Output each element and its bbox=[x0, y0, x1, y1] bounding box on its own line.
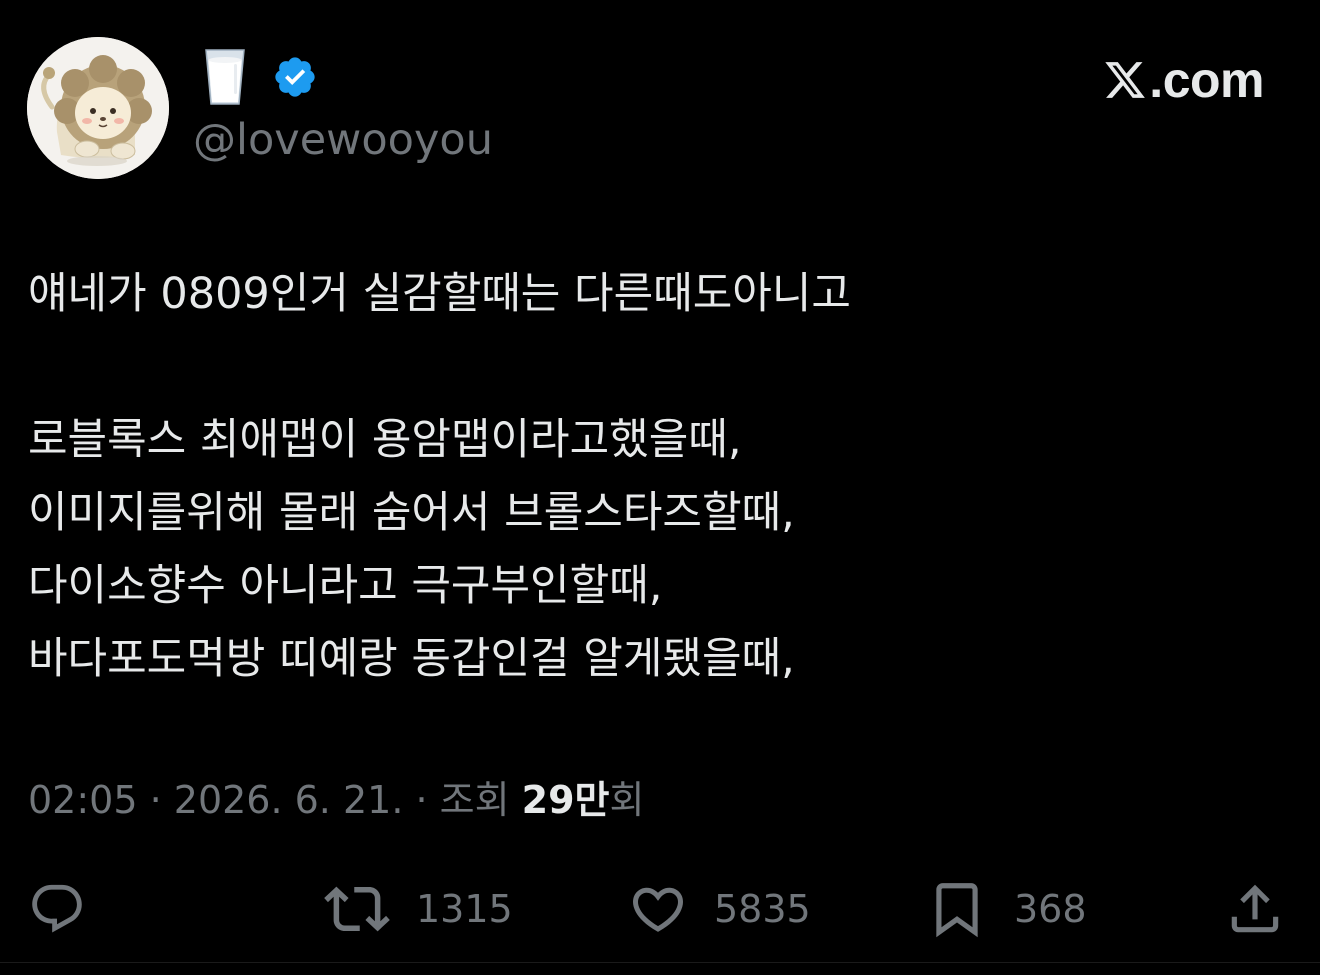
share-icon bbox=[1231, 884, 1279, 933]
user-handle[interactable]: @lovewooyou bbox=[193, 112, 493, 168]
bookmark-button[interactable]: 368 bbox=[926, 876, 1087, 942]
share-button[interactable] bbox=[1224, 876, 1286, 942]
tweet-text: 얘네가 0809인거 실감할때는 다른때도아니고 로블록스 최애맵이 용암맵이라… bbox=[28, 258, 1288, 696]
retweet-button[interactable]: 1315 bbox=[324, 876, 513, 942]
meta-separator: · bbox=[137, 778, 174, 822]
bottom-divider bbox=[0, 962, 1320, 963]
tweet-line: 로블록스 최애맵이 용암맵이라고했을때, bbox=[28, 415, 742, 465]
avatar[interactable] bbox=[27, 37, 169, 179]
like-count: 5835 bbox=[714, 887, 811, 931]
tweet-date[interactable]: 2026. 6. 21. bbox=[174, 778, 404, 822]
milk-glass-icon bbox=[205, 49, 245, 105]
meta-separator: · bbox=[403, 778, 440, 822]
lion-avatar-icon bbox=[27, 37, 169, 179]
brand-logo: .com bbox=[1103, 50, 1264, 110]
heart-icon bbox=[632, 887, 684, 932]
bookmark-icon bbox=[936, 883, 978, 938]
views-count: 29만 bbox=[521, 778, 610, 822]
paragraph-break bbox=[28, 331, 1288, 404]
like-button[interactable]: 5835 bbox=[628, 876, 811, 942]
tweet-line: 다이소향수 아니라고 극구부인할때, bbox=[28, 561, 663, 611]
tweet-line: 얘네가 0809인거 실감할때는 다른때도아니고 bbox=[28, 269, 851, 319]
tweet-time[interactable]: 02:05 bbox=[28, 778, 138, 822]
display-name-row[interactable] bbox=[200, 46, 318, 108]
retweet-count: 1315 bbox=[416, 887, 513, 931]
tweet-line: 바다포도먹방 띠예랑 동갑인걸 알게됐을때, bbox=[28, 634, 795, 684]
verified-badge-icon bbox=[275, 57, 315, 97]
views-prefix: 조회 bbox=[439, 778, 522, 822]
action-bar: 1315 5835 368 bbox=[0, 876, 1320, 942]
tweet-meta: 02:05 · 2026. 6. 21. · 조회 29만회 bbox=[28, 772, 644, 828]
bookmark-count: 368 bbox=[1014, 887, 1087, 931]
tweet-line: 이미지를위해 몰래 숨어서 브롤스타즈할때, bbox=[28, 488, 795, 538]
brand-domain-text: .com bbox=[1149, 52, 1264, 108]
views-suffix: 회 bbox=[609, 778, 645, 822]
retweet-icon bbox=[324, 886, 390, 932]
x-logo-icon bbox=[1105, 62, 1146, 98]
reply-button[interactable] bbox=[28, 876, 86, 942]
reply-icon bbox=[32, 884, 82, 933]
